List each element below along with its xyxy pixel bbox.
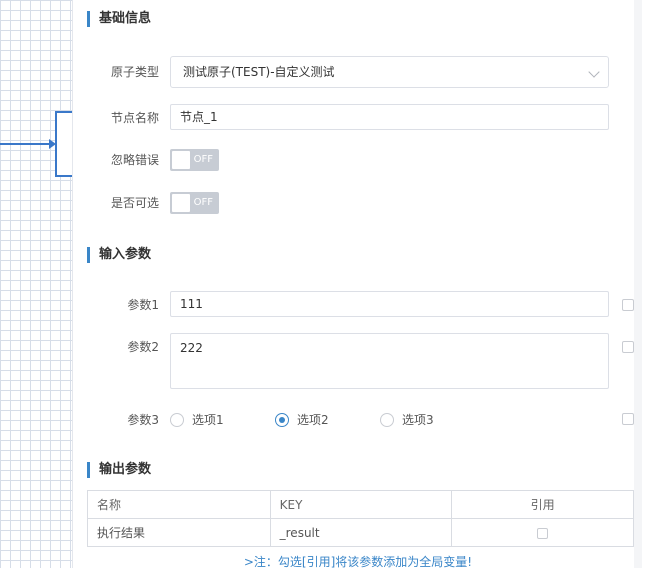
optional-label: 是否可选 [110, 196, 159, 210]
column-header-name: 名称 [87, 490, 271, 519]
table-row: 执行结果 _result [87, 518, 634, 547]
node-name-input[interactable]: 节点_1 [170, 104, 609, 130]
workflow-canvas[interactable] [0, 0, 73, 568]
param3-checkbox[interactable] [622, 413, 634, 425]
radio-circle-icon [380, 413, 394, 427]
workflow-node[interactable] [55, 111, 72, 177]
cell-reference [451, 518, 634, 547]
scrollbar-track[interactable] [634, 0, 642, 568]
radio-label: 选项1 [192, 413, 224, 427]
column-header-reference: 引用 [451, 490, 634, 519]
section-title-inputs: 输入参数 [87, 247, 151, 263]
chevron-down-icon [588, 66, 600, 78]
atom-type-value: 测试原子(TEST)-自定义测试 [183, 65, 335, 79]
param2-checkbox[interactable] [622, 341, 634, 353]
param1-label: 参数1 [127, 298, 159, 312]
param2-value: 222 [180, 341, 203, 355]
radio-label: 选项3 [402, 413, 434, 427]
ignore-error-label: 忽略错误 [110, 153, 159, 167]
radio-circle-selected-icon [275, 413, 289, 427]
param3-label: 参数3 [127, 413, 159, 427]
param2-label: 参数2 [127, 340, 159, 354]
cell-name: 执行结果 [87, 518, 271, 547]
radio-label: 选项2 [297, 413, 329, 427]
radio-circle-icon [170, 413, 184, 427]
toggle-knob [172, 194, 190, 212]
node-config-panel: 基础信息 原子类型 测试原子(TEST)-自定义测试 节点名称 节点_1 忽略错… [74, 0, 642, 568]
node-name-value: 节点_1 [180, 110, 218, 124]
toggle-knob [172, 151, 190, 169]
ignore-error-toggle[interactable]: OFF [170, 149, 219, 171]
atom-type-label: 原子类型 [110, 65, 159, 79]
toggle-state: OFF [193, 154, 213, 165]
column-header-key: KEY [269, 490, 453, 519]
atom-type-select[interactable]: 测试原子(TEST)-自定义测试 [170, 56, 609, 88]
section-title-basic: 基础信息 [87, 11, 151, 27]
param1-value: 111 [180, 297, 203, 311]
param1-checkbox[interactable] [622, 299, 634, 311]
table-header-row: 名称 KEY 引用 [87, 490, 634, 519]
connector-line [0, 143, 52, 145]
node-name-label: 节点名称 [110, 111, 159, 125]
reference-checkbox[interactable] [537, 527, 549, 539]
toggle-state: OFF [193, 197, 213, 208]
param2-textarea[interactable]: 222 [170, 333, 609, 389]
output-params-table: 名称 KEY 引用 执行结果 _result [87, 490, 634, 547]
param1-input[interactable]: 111 [170, 291, 609, 317]
output-note: >注：勾选[引用]将该参数添加为全局变量! [243, 555, 473, 568]
cell-key: _result [269, 518, 453, 547]
section-title-outputs: 输出参数 [87, 462, 151, 478]
optional-toggle[interactable]: OFF [170, 192, 219, 214]
